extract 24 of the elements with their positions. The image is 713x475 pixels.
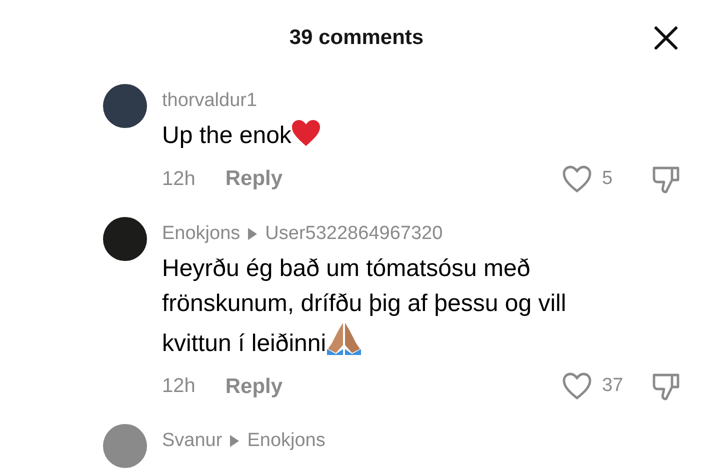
heart-emoji-icon [291, 119, 322, 147]
timestamp: 12h [162, 374, 196, 400]
comments-count-title: 39 comments [289, 25, 424, 52]
comment-text: Up the enok [162, 118, 680, 153]
reply-arrow-icon [248, 228, 258, 240]
praying-hands-emoji-icon [326, 320, 362, 354]
reply-to-username[interactable]: Enokjons [247, 428, 326, 454]
avatar[interactable] [103, 216, 147, 260]
username[interactable]: Svanur [162, 428, 222, 454]
comment-text: Heyrðu ég bað um tómatsósu með frönskunum, drífðu þig af þessu og vill kvittun í leiðinni [162, 254, 568, 358]
avatar[interactable] [103, 84, 147, 128]
reply-arrow-icon [230, 435, 240, 447]
reply-button[interactable]: Reply [225, 370, 283, 402]
timestamp: 12h [162, 166, 196, 192]
like-icon[interactable] [562, 164, 592, 193]
username[interactable]: thorvaldur1 [162, 88, 258, 114]
like-count: 5 [602, 166, 614, 190]
reply-to-username[interactable]: User5322864967320 [265, 220, 443, 246]
username[interactable]: Enokjons [162, 220, 240, 246]
dislike-icon[interactable] [652, 371, 680, 402]
like-count: 37 [602, 374, 624, 398]
like-icon[interactable] [562, 372, 592, 400]
reply-button[interactable]: Reply [225, 163, 283, 194]
close-button[interactable] [653, 25, 679, 51]
